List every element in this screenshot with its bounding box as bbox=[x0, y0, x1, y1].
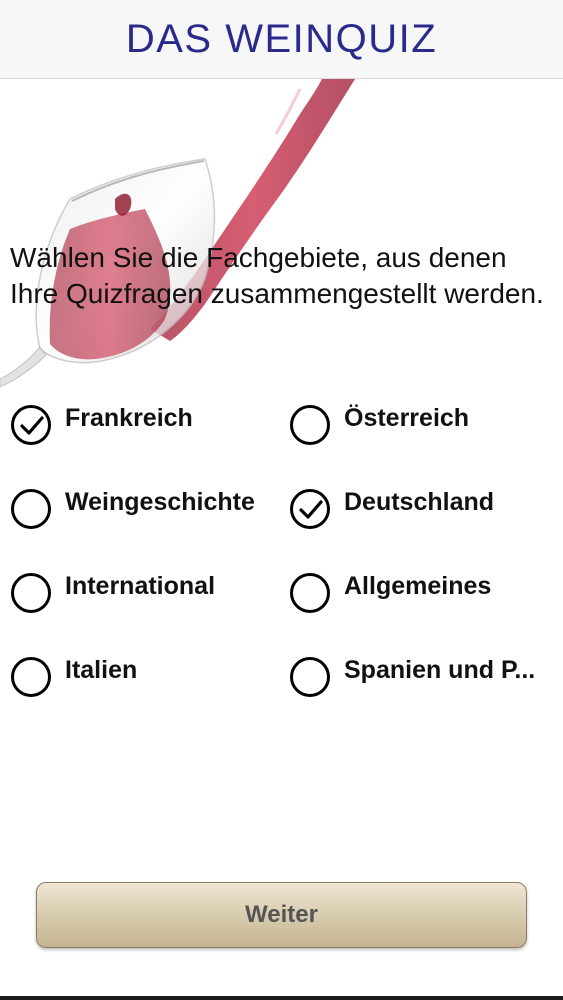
checkbox-circle[interactable] bbox=[290, 573, 330, 613]
checkbox-circle[interactable] bbox=[11, 489, 51, 529]
option-international[interactable]: International bbox=[11, 568, 281, 618]
option-label: Österreich bbox=[344, 403, 470, 432]
option-label: Weingeschichte bbox=[65, 487, 255, 516]
checkbox-circle[interactable] bbox=[290, 657, 330, 697]
weiter-button[interactable]: Weiter bbox=[36, 882, 527, 948]
option-label: Frankreich bbox=[65, 403, 193, 432]
checkbox-circle[interactable] bbox=[290, 405, 330, 445]
option-label: Deutschland bbox=[344, 487, 495, 516]
checkmark-icon bbox=[20, 416, 44, 435]
bottom-edge bbox=[0, 996, 563, 1000]
option-spanien-und-portugal[interactable]: Spanien und P... bbox=[290, 652, 552, 702]
option-allgemeines[interactable]: Allgemeines bbox=[290, 568, 552, 618]
option-oesterreich[interactable]: Österreich bbox=[290, 400, 552, 450]
app-title: DAS WEINQUIZ bbox=[125, 16, 438, 61]
checkbox-circle[interactable] bbox=[11, 573, 51, 613]
weiter-button-label: Weiter bbox=[245, 901, 318, 928]
option-label: Italien bbox=[65, 655, 138, 684]
option-deutschland[interactable]: Deutschland bbox=[290, 484, 552, 534]
option-frankreich[interactable]: Frankreich bbox=[11, 400, 281, 450]
option-label: Spanien und P... bbox=[344, 655, 536, 684]
option-weingeschichte[interactable]: Weingeschichte bbox=[11, 484, 281, 534]
intro-text: Wählen Sie die Fachgebiete, aus denen Ih… bbox=[10, 242, 544, 309]
checkmark-icon bbox=[299, 500, 323, 519]
app-header: DAS WEINQUIZ bbox=[0, 0, 563, 79]
checkbox-circle[interactable] bbox=[11, 657, 51, 697]
option-label: International bbox=[65, 571, 216, 600]
checkbox-circle[interactable] bbox=[290, 489, 330, 529]
option-label: Allgemeines bbox=[344, 571, 492, 600]
checkbox-circle[interactable] bbox=[11, 405, 51, 445]
option-italien[interactable]: Italien bbox=[11, 652, 281, 702]
